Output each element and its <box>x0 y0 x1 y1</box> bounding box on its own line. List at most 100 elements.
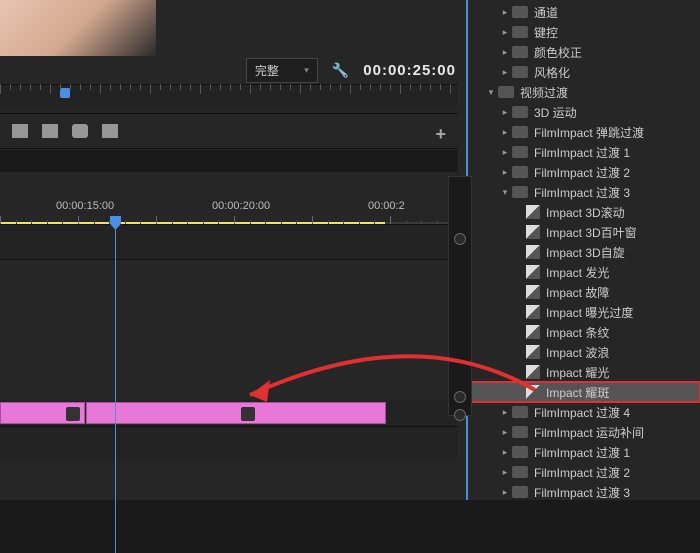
playback-marker[interactable] <box>60 88 70 98</box>
timecode-display[interactable]: 00:00:25:00 <box>363 62 456 79</box>
ruler-label: 00:00:15:00 <box>56 200 114 212</box>
tree-item-label: FilmImpact 过渡 2 <box>534 464 630 481</box>
effects-item[interactable]: ·Impact 3D自旋 <box>468 242 700 262</box>
disclosure-arrow-icon[interactable]: ▸ <box>498 407 512 418</box>
folder-icon <box>498 86 514 98</box>
effects-folder[interactable]: ▸ FilmImpact 过渡 3 <box>468 482 700 500</box>
tree-item-label: Impact 曝光过度 <box>546 304 633 321</box>
folder-icon <box>512 126 528 138</box>
disclosure-arrow-icon[interactable]: ▸ <box>498 167 512 178</box>
timeline-vertical-scrollbar[interactable] <box>448 176 472 416</box>
disclosure-arrow-icon[interactable]: ▸ <box>498 467 512 478</box>
monitor-ruler[interactable] <box>0 84 458 108</box>
resolution-dropdown[interactable]: 完整 ▾ <box>246 58 318 83</box>
tree-item-label: 风格化 <box>534 64 570 81</box>
disclosure-arrow-icon[interactable]: ▾ <box>484 87 498 98</box>
folder-icon <box>512 446 528 458</box>
playhead-line <box>115 216 116 553</box>
effects-item[interactable]: ·Impact 发光 <box>468 262 700 282</box>
folder-icon <box>512 186 528 198</box>
tree-item-label: FilmImpact 过渡 1 <box>534 144 630 161</box>
disclosure-arrow-icon[interactable]: ▾ <box>498 187 512 198</box>
tree-item-label: FilmImpact 过渡 3 <box>534 484 630 501</box>
settings-wrench-icon[interactable]: 🔧 <box>332 62 349 79</box>
effects-folder[interactable]: ▸FilmImpact 过渡 2 <box>468 162 700 182</box>
tree-item-label: FilmImpact 弹跳过渡 <box>534 124 644 141</box>
tree-item-label: Impact 3D百叶窗 <box>546 224 637 241</box>
disclosure-arrow-icon[interactable]: ▸ <box>498 7 512 18</box>
timeline-ruler[interactable]: 00:00:15:00 00:00:20:00 00:00:2 <box>0 172 458 224</box>
disclosure-arrow-icon[interactable]: ▸ <box>498 487 512 498</box>
effects-item[interactable]: ·Impact 3D滚动 <box>468 202 700 222</box>
folder-icon <box>512 166 528 178</box>
effects-folder[interactable]: ▸ 通道 <box>468 2 700 22</box>
effect-icon <box>526 225 540 239</box>
folder-icon <box>512 26 528 38</box>
tree-item-label: Impact 耀斑 <box>546 384 609 401</box>
scroll-handle-icon[interactable] <box>454 233 466 245</box>
preview-thumbnail <box>0 0 156 56</box>
effects-folder[interactable]: ▸ FilmImpact 弹跳过渡 <box>468 122 700 142</box>
export-frame-icon[interactable] <box>72 124 88 138</box>
disclosure-arrow-icon[interactable]: ▸ <box>498 67 512 78</box>
video-track[interactable] <box>0 225 458 259</box>
effect-icon <box>526 265 540 279</box>
effects-folder[interactable]: ▸FilmImpact 过渡 4 <box>468 402 700 422</box>
disclosure-arrow-icon[interactable]: ▸ <box>498 107 512 118</box>
effects-folder[interactable]: ▸ 风格化 <box>468 62 700 82</box>
button-editor-plus-icon[interactable]: + <box>435 124 446 138</box>
effect-icon <box>526 305 540 319</box>
effects-item[interactable]: ·Impact 曝光过度 <box>468 302 700 322</box>
scroll-handle-icon[interactable] <box>454 391 466 403</box>
tree-item-label: 3D 运动 <box>534 104 577 121</box>
disclosure-arrow-icon[interactable]: ▸ <box>498 447 512 458</box>
effects-tree[interactable]: ▸通道▸键控▸颜色校正▸风格化▾视频过渡▸3D 运动▸FilmImpact 弹跳… <box>468 0 700 500</box>
tree-item-label: 键控 <box>534 24 558 41</box>
effects-item[interactable]: ·Impact 耀光 <box>468 362 700 382</box>
folder-icon <box>512 66 528 78</box>
effect-icon <box>526 365 540 379</box>
effects-item[interactable]: ·Impact 波浪 <box>468 342 700 362</box>
folder-icon <box>512 146 528 158</box>
timeline-clip[interactable] <box>0 402 85 424</box>
ruler-label: 00:00:2 <box>368 200 405 212</box>
effects-item[interactable]: ·Impact 3D百叶窗 <box>468 222 700 242</box>
disclosure-arrow-icon[interactable]: ▸ <box>498 147 512 158</box>
mark-out-icon[interactable] <box>42 124 58 138</box>
disclosure-arrow-icon[interactable]: ▸ <box>498 47 512 58</box>
video-track[interactable] <box>0 400 458 426</box>
tree-item-label: Impact 波浪 <box>546 344 609 361</box>
tree-item-label: Impact 发光 <box>546 264 609 281</box>
timeline-clip[interactable] <box>86 402 386 424</box>
effects-folder[interactable]: ▸ 3D 运动 <box>468 102 700 122</box>
disclosure-arrow-icon[interactable]: ▸ <box>498 27 512 38</box>
effects-item[interactable]: ·Impact 条纹 <box>468 322 700 342</box>
effects-item[interactable]: ·Impact 耀斑 <box>468 382 700 402</box>
tree-item-label: 通道 <box>534 4 558 21</box>
scroll-handle-icon[interactable] <box>454 409 466 421</box>
folder-icon <box>512 466 528 478</box>
effects-folder[interactable]: ▸颜色校正 <box>468 42 700 62</box>
tracks-container <box>0 224 458 461</box>
effects-folder[interactable]: ▾FilmImpact 过渡 3 <box>468 182 700 202</box>
folder-icon <box>512 426 528 438</box>
effects-folder[interactable]: ▾视频过渡 <box>468 82 700 102</box>
tree-item-label: FilmImpact 运动补间 <box>534 424 644 441</box>
folder-icon <box>512 406 528 418</box>
effect-icon <box>526 385 540 399</box>
folder-icon <box>512 6 528 18</box>
effects-folder[interactable]: ▸ 键控 <box>468 22 700 42</box>
comparison-view-icon[interactable] <box>102 124 118 138</box>
effects-item[interactable]: ·Impact 故障 <box>468 282 700 302</box>
effects-folder[interactable]: ▸ FilmImpact 过渡 1 <box>468 142 700 162</box>
panel-divider <box>0 150 458 172</box>
monitor-toolbar: + <box>0 113 458 149</box>
effects-folder[interactable]: ▸ FilmImpact 过渡 2 <box>468 462 700 482</box>
disclosure-arrow-icon[interactable]: ▸ <box>498 427 512 438</box>
mark-in-icon[interactable] <box>12 124 28 138</box>
video-track[interactable] <box>0 427 458 461</box>
effects-folder[interactable]: ▸ FilmImpact 运动补间 <box>468 422 700 442</box>
effects-folder[interactable]: ▸FilmImpact 过渡 1 <box>468 442 700 462</box>
folder-icon <box>512 106 528 118</box>
disclosure-arrow-icon[interactable]: ▸ <box>498 127 512 138</box>
